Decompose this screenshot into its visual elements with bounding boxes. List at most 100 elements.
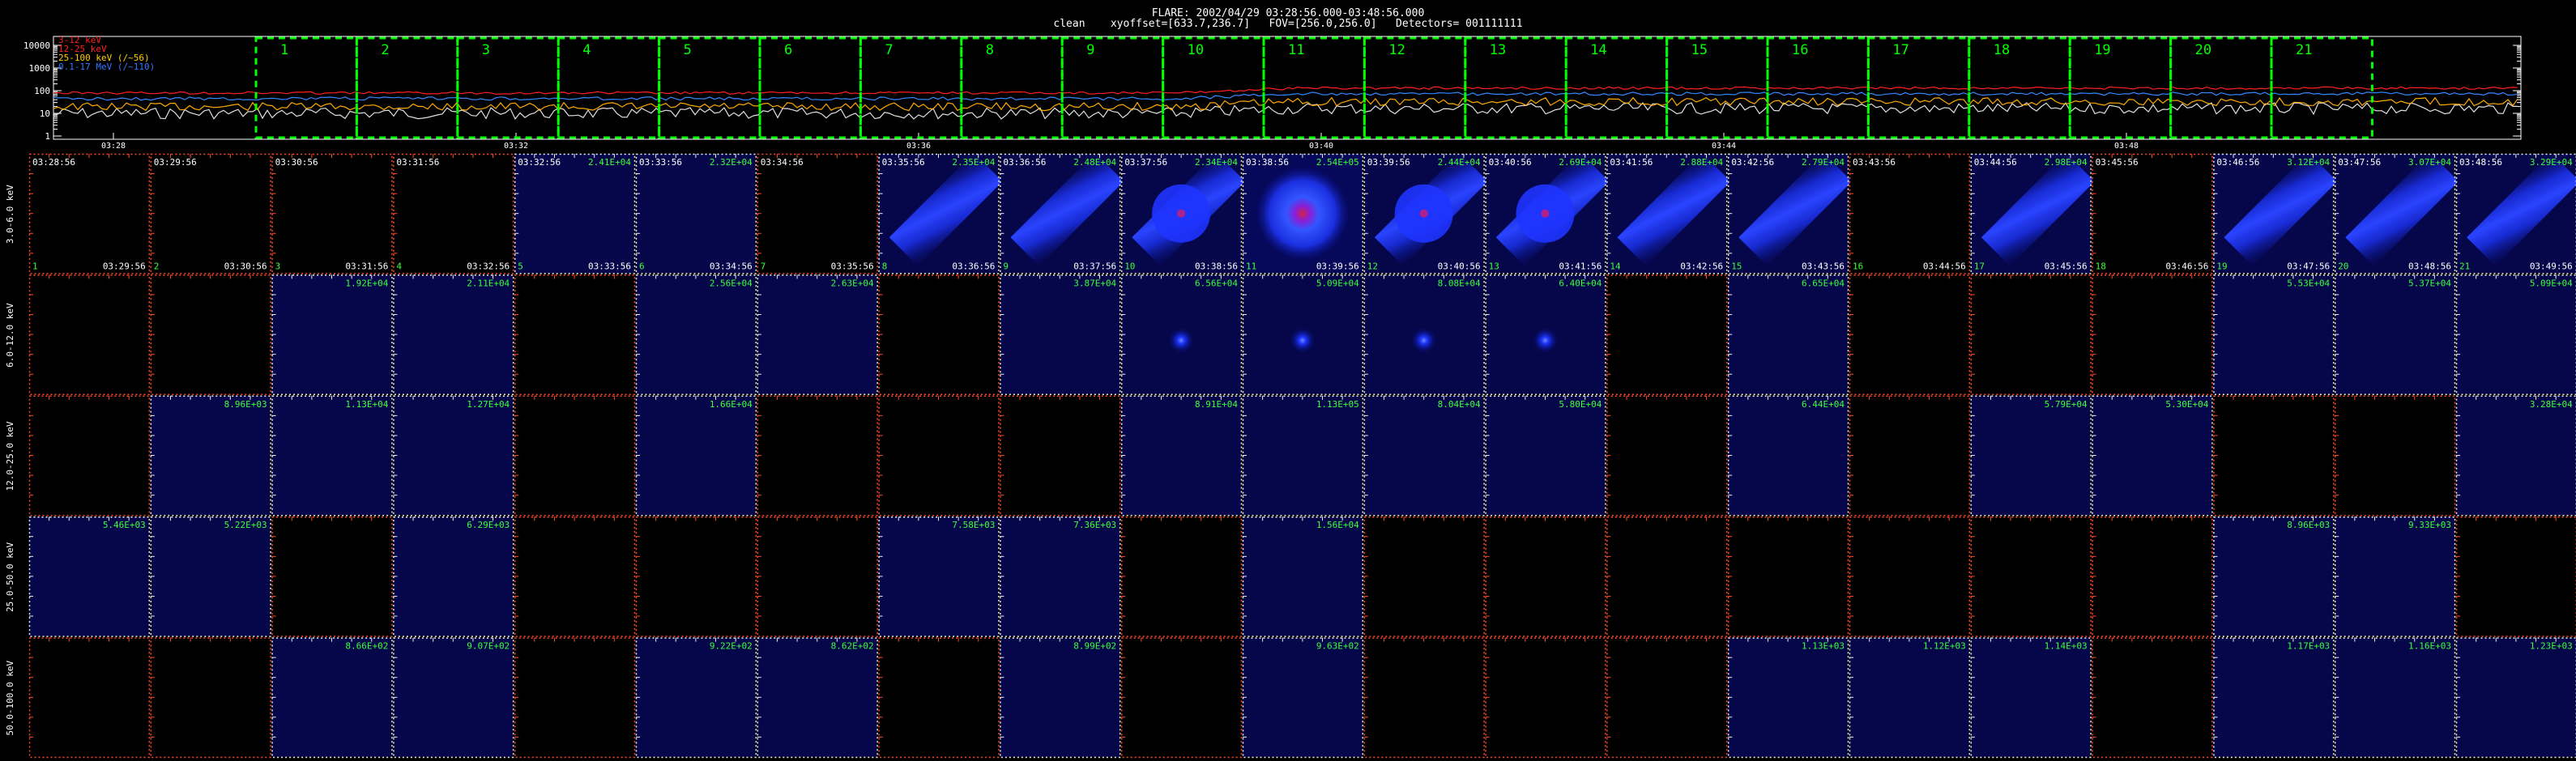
image-cell[interactable] (150, 274, 271, 396)
image-cell[interactable]: 8.99E+02 (1000, 637, 1121, 759)
image-cell[interactable]: 9.63E+02 (1242, 637, 1364, 759)
image-cell[interactable]: 1.13E+05 (1242, 395, 1364, 517)
image-cell[interactable] (1606, 395, 1728, 517)
image-cell[interactable]: 1.17E+03 (2213, 637, 2335, 759)
image-cell[interactable]: 3.87E+04 (1000, 274, 1121, 396)
image-cell[interactable]: 8.96E+03 (2213, 516, 2335, 637)
image-cell[interactable]: 8.91E+04 (1120, 395, 1243, 517)
image-cell[interactable]: 03:29:56 03:30:56 2 (150, 153, 271, 274)
image-cell[interactable] (2092, 637, 2213, 759)
image-cell[interactable] (1849, 395, 1971, 517)
image-cell[interactable]: 2.32E+04 03:33:56 03:34:56 6 (635, 153, 757, 274)
image-cell[interactable]: 5.30E+04 (2092, 395, 2213, 517)
image-cell[interactable] (28, 395, 151, 517)
image-cell[interactable]: 3.28E+04 (2455, 395, 2576, 517)
image-cell[interactable]: 1.92E+04 (271, 274, 393, 396)
image-cell[interactable]: 6.56E+04 (1120, 274, 1243, 396)
image-cell[interactable] (514, 516, 636, 637)
image-cell[interactable]: 8.04E+04 (1363, 395, 1485, 517)
image-cell[interactable]: 2.88E+04 03:41:56 03:42:56 14 (1606, 152, 1731, 274)
image-cell[interactable]: 2.41E+04 03:32:56 03:33:56 5 (514, 153, 636, 274)
image-cell[interactable]: 2.98E+04 03:44:56 03:45:56 17 (1970, 152, 2095, 274)
image-cell[interactable] (28, 274, 151, 396)
image-cell[interactable] (1606, 516, 1728, 637)
image-cell[interactable]: 2.48E+04 03:36:56 03:37:56 9 (1000, 152, 1124, 274)
image-cell[interactable]: 03:45:56 03:46:56 18 (2092, 153, 2213, 274)
image-cell[interactable] (1606, 637, 1728, 759)
image-cell[interactable]: 2.34E+04 03:37:56 03:38:56 10 (1120, 152, 1246, 274)
image-cell[interactable]: 6.65E+04 (1727, 274, 1849, 396)
image-cell[interactable]: 7.36E+03 (1000, 516, 1121, 637)
image-cell[interactable]: 1.13E+03 (1727, 637, 1849, 759)
image-cell[interactable] (635, 516, 757, 637)
image-cell[interactable] (1120, 637, 1243, 759)
image-cell[interactable]: 8.96E+03 (150, 395, 271, 517)
image-cell[interactable] (1970, 516, 2092, 637)
image-cell[interactable] (1849, 516, 1971, 637)
image-cell[interactable] (271, 516, 393, 637)
image-cell[interactable]: 8.62E+02 (757, 637, 878, 759)
image-cell[interactable] (2455, 516, 2576, 637)
image-cell[interactable]: 2.35E+04 03:35:56 03:36:56 8 (878, 152, 1003, 274)
image-cell[interactable]: 5.09E+04 (2455, 274, 2576, 396)
image-cell[interactable]: 2.79E+04 03:42:56 03:43:56 15 (1727, 152, 1853, 274)
image-cell[interactable] (2092, 516, 2213, 637)
image-cell[interactable]: 3.07E+04 03:47:56 03:48:56 20 (2334, 152, 2459, 274)
image-cell[interactable] (1727, 516, 1849, 637)
image-cell[interactable] (1485, 637, 1606, 759)
image-cell[interactable] (1363, 516, 1485, 637)
image-cell[interactable]: 03:31:56 03:32:56 4 (393, 153, 514, 274)
image-cell[interactable] (1970, 274, 2092, 396)
image-cell[interactable]: 2.44E+04 03:39:56 03:40:56 12 (1363, 152, 1488, 274)
image-cell[interactable]: 8.08E+04 (1363, 274, 1485, 396)
image-cell[interactable] (28, 637, 151, 759)
image-cell[interactable] (757, 395, 878, 517)
image-cell[interactable] (757, 516, 878, 637)
image-cell[interactable]: 1.13E+04 (271, 395, 393, 517)
image-cell[interactable] (514, 274, 636, 396)
image-cell[interactable]: 03:34:56 03:35:56 7 (757, 153, 878, 274)
image-cell[interactable] (2334, 395, 2456, 517)
image-cell[interactable] (1606, 274, 1728, 396)
image-cell[interactable] (1120, 516, 1243, 637)
image-cell[interactable]: 6.44E+04 (1727, 395, 1849, 517)
image-cell[interactable]: 5.46E+03 (28, 516, 151, 637)
image-cell[interactable] (514, 395, 636, 517)
image-cell[interactable] (1000, 395, 1121, 517)
image-cell[interactable]: 03:43:56 03:44:56 16 (1849, 153, 1971, 274)
image-cell[interactable]: 5.37E+04 (2334, 274, 2456, 396)
image-cell[interactable]: 03:30:56 03:31:56 3 (271, 153, 393, 274)
image-cell[interactable]: 1.14E+03 (1970, 637, 2092, 759)
image-cell[interactable] (2213, 395, 2335, 517)
image-cell[interactable]: 9.07E+02 (393, 637, 514, 759)
image-cell[interactable] (878, 395, 1000, 517)
image-cell[interactable]: 1.23E+03 (2455, 637, 2576, 759)
image-cell[interactable]: 5.79E+04 (1970, 395, 2092, 517)
image-cell[interactable]: 5.80E+04 (1485, 395, 1606, 517)
image-cell[interactable]: 6.29E+03 (393, 516, 514, 637)
image-cell[interactable]: 9.22E+02 (635, 637, 757, 759)
image-cell[interactable]: 1.12E+03 (1849, 637, 1971, 759)
image-cell[interactable]: 2.63E+04 (757, 274, 878, 396)
image-cell[interactable] (2092, 274, 2213, 396)
image-cell[interactable]: 7.58E+03 (878, 516, 1000, 637)
image-cell[interactable] (878, 637, 1000, 759)
image-cell[interactable]: 03:28:56 03:29:56 1 (28, 153, 151, 274)
image-cell[interactable]: 5.09E+04 (1242, 274, 1364, 396)
image-cell[interactable] (1849, 274, 1971, 396)
image-cell[interactable]: 1.16E+03 (2334, 637, 2456, 759)
image-cell[interactable]: 5.53E+04 (2213, 274, 2335, 396)
image-cell[interactable]: 5.22E+03 (150, 516, 271, 637)
image-cell[interactable] (878, 274, 1000, 396)
image-cell[interactable] (514, 637, 636, 759)
image-cell[interactable]: 1.66E+04 (635, 395, 757, 517)
image-cell[interactable]: 2.56E+04 (635, 274, 757, 396)
image-cell[interactable]: 3.29E+04 03:48:56 03:49:56 21 (2455, 152, 2576, 274)
image-cell[interactable]: 2.54E+05 03:38:56 03:39:56 11 (1242, 153, 1364, 274)
image-cell[interactable]: 6.40E+04 (1485, 274, 1606, 396)
image-cell[interactable]: 2.69E+04 03:40:56 03:41:56 13 (1485, 152, 1610, 274)
image-cell[interactable]: 9.33E+03 (2334, 516, 2456, 637)
image-cell[interactable]: 8.66E+02 (271, 637, 393, 759)
image-cell[interactable]: 1.27E+04 (393, 395, 514, 517)
image-cell[interactable]: 2.11E+04 (393, 274, 514, 396)
